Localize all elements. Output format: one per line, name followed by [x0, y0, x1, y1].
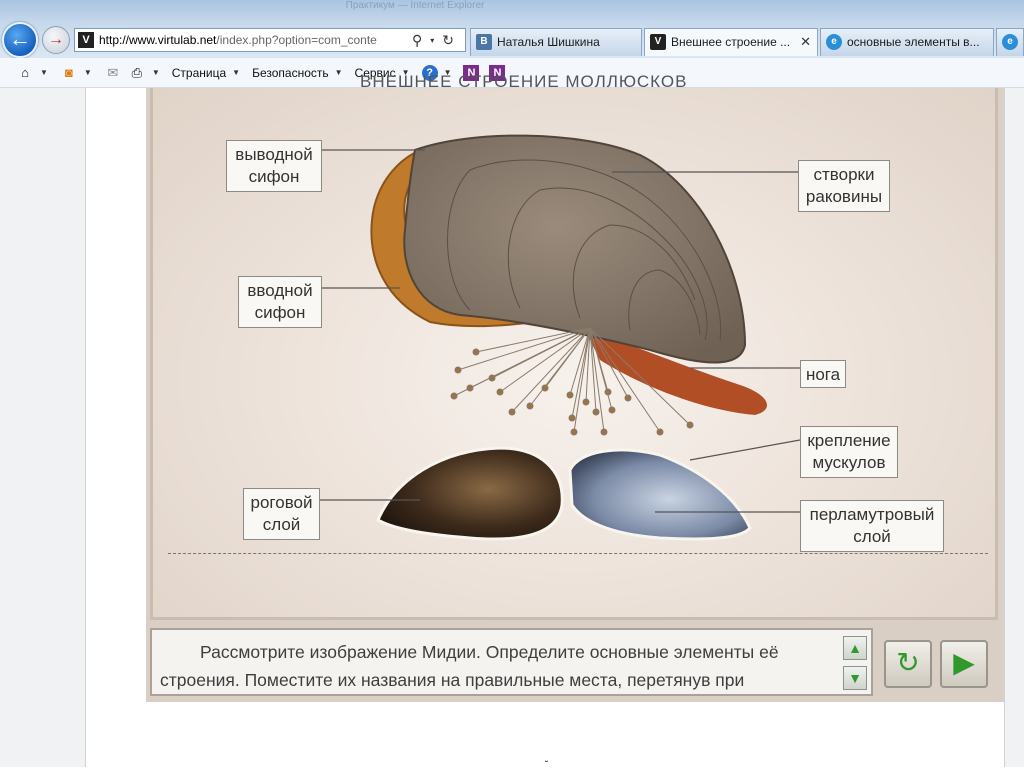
label-line: слой — [853, 527, 891, 546]
label-shell-valves[interactable]: створки раковины — [798, 160, 890, 212]
label-foot[interactable]: нога — [800, 360, 846, 388]
label-line: мускулов — [812, 453, 886, 472]
label-line: крепление — [807, 431, 891, 450]
instruction-panel: Рассмотрите изображение Мидии. Определит… — [150, 628, 873, 696]
label-line: раковины — [805, 187, 883, 206]
label-line: перламутровый — [809, 505, 935, 524]
page-fragment: ˘ — [545, 760, 549, 771]
label-line: створки — [813, 165, 875, 184]
reset-icon: ↻ — [896, 647, 920, 678]
label-muscle-attachment[interactable]: крепление мускулов — [800, 426, 898, 478]
label-line: роговой — [250, 493, 313, 512]
nacre-shell — [568, 448, 752, 541]
label-exhalant-siphon[interactable]: выводной сифон — [226, 140, 322, 192]
arrow-up-icon: ▲ — [848, 640, 862, 656]
play-icon: ▶ — [953, 647, 975, 678]
arrow-down-icon: ▼ — [848, 670, 862, 686]
label-inhalant-siphon[interactable]: вводной сифон — [238, 276, 322, 328]
instruction-line: строения. Поместите их названия на прави… — [160, 670, 745, 690]
label-line: слой — [262, 515, 301, 534]
label-nacre-layer[interactable]: перламутровый слой — [800, 500, 944, 552]
reset-button[interactable]: ↻ — [884, 640, 932, 688]
drop-zone-divider — [168, 553, 988, 554]
label-line: нога — [805, 365, 841, 384]
label-line: сифон — [254, 303, 306, 322]
label-line: выводной — [235, 145, 313, 164]
horny-layer-shell — [376, 446, 564, 541]
label-horny-layer[interactable]: роговой слой — [243, 488, 320, 540]
label-line: сифон — [248, 167, 300, 186]
scroll-down-button[interactable]: ▼ — [843, 666, 867, 690]
scroll-up-button[interactable]: ▲ — [843, 636, 867, 660]
instruction-line: Рассмотрите изображение Мидии. Определит… — [200, 642, 779, 662]
label-line: вводной — [247, 281, 313, 300]
next-button[interactable]: ▶ — [940, 640, 988, 688]
